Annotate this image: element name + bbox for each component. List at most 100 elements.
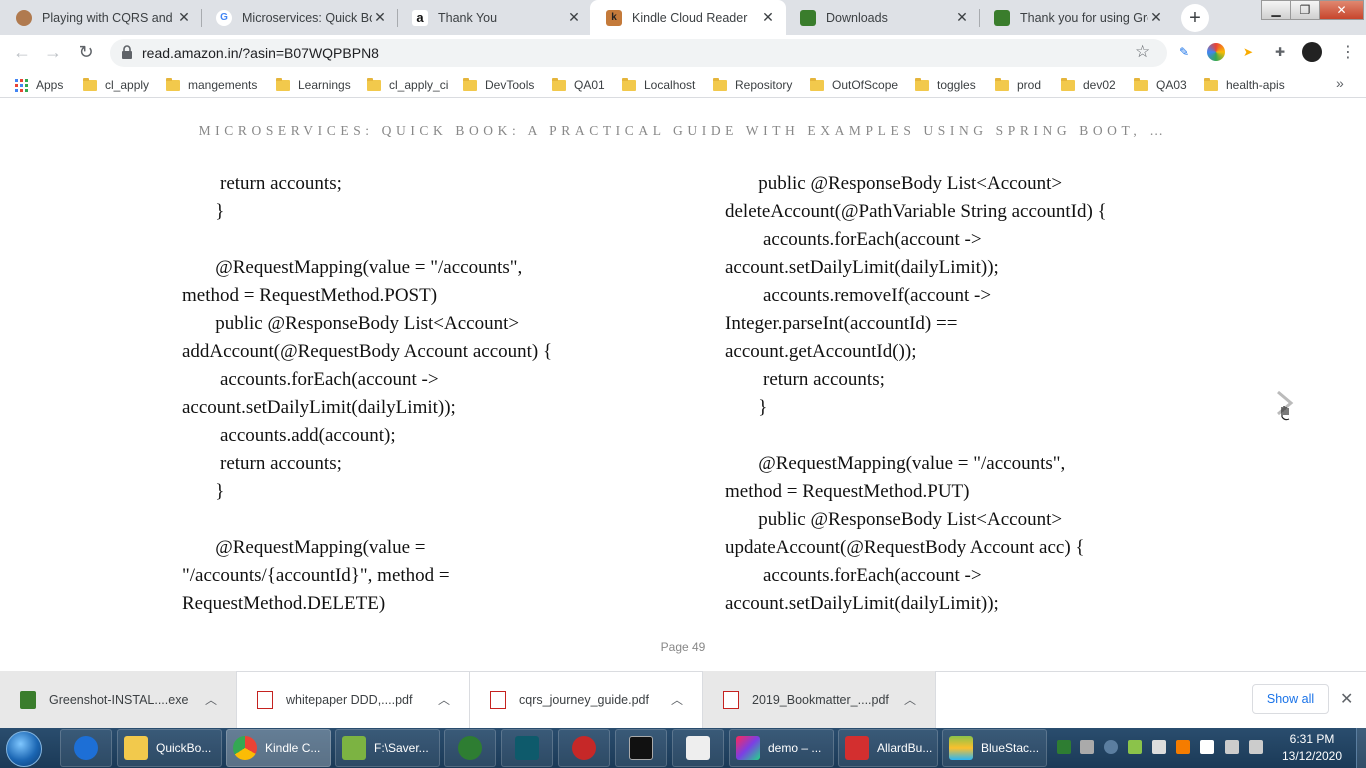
chevron-up-icon[interactable]: ︿ <box>200 691 222 708</box>
tray-app-icon[interactable] <box>1057 740 1071 754</box>
tab-title: Thank you for using Gre <box>1020 10 1148 25</box>
tray-app-icon[interactable] <box>1176 740 1190 754</box>
bookmark-label: QA03 <box>1156 78 1187 92</box>
kindle-icon: k <box>606 9 622 26</box>
close-icon[interactable]: ✕ <box>372 9 388 26</box>
more-bookmarks-chevron-icon[interactable]: » <box>1336 75 1344 91</box>
download-filename: cqrs_journey_guide.pdf <box>519 692 649 707</box>
taskbar-clock[interactable]: 6:31 PM 13/12/2020 <box>1278 731 1346 765</box>
installer-icon <box>20 690 36 709</box>
network-icon[interactable] <box>1225 740 1239 754</box>
extensions-puzzle-icon[interactable]: ✚ <box>1271 43 1289 61</box>
start-button[interactable] <box>6 731 42 767</box>
bookmark-folder[interactable]: QA03 <box>1134 77 1187 93</box>
taskbar-label: F:\Saver... <box>374 741 429 755</box>
tray-app-icon[interactable] <box>1128 740 1142 754</box>
volume-icon[interactable] <box>1249 740 1263 754</box>
bookmark-star-icon[interactable]: ☆ <box>1135 42 1150 62</box>
profile-avatar[interactable] <box>1302 42 1322 62</box>
notepad-icon <box>342 736 366 760</box>
tab-title: Downloads <box>826 10 888 25</box>
tray-shield-icon[interactable] <box>1104 740 1118 754</box>
taskbar-app[interactable]: demo – ... <box>729 729 834 767</box>
maximize-button[interactable]: ❐ <box>1290 0 1320 20</box>
taskbar-app[interactable] <box>558 729 610 767</box>
url-text[interactable]: read.amazon.in/?asin=B07WQPBPN8 <box>142 45 379 61</box>
close-icon[interactable]: ✕ <box>566 9 582 26</box>
bookmark-apps[interactable]: Apps <box>15 77 63 93</box>
tray-app-icon[interactable] <box>1080 740 1094 754</box>
tab-kindle[interactable]: k Kindle Cloud Reader ✕ <box>590 0 786 35</box>
folder-icon <box>166 77 180 91</box>
taskbar-app[interactable]: BlueStac... <box>942 729 1047 767</box>
bookmark-folder[interactable]: Learnings <box>276 77 351 93</box>
next-page-arrow-icon[interactable] <box>1274 389 1296 423</box>
pdf-reader-icon <box>845 736 869 760</box>
bookmark-folder[interactable]: QA01 <box>552 77 605 93</box>
taskbar-app[interactable] <box>444 729 496 767</box>
bookmark-folder[interactable]: prod <box>995 77 1041 93</box>
taskbar-app[interactable] <box>672 729 724 767</box>
bookmark-folder[interactable]: DevTools <box>463 77 534 93</box>
code-line: } <box>182 481 225 502</box>
tray-app-icon[interactable] <box>1152 740 1166 754</box>
forward-button[interactable]: → <box>40 39 66 65</box>
chevron-up-icon[interactable]: ︿ <box>899 691 921 708</box>
taskbar-app[interactable]: F:\Saver... <box>335 729 440 767</box>
download-item[interactable]: whitepaper DDD,....pdf ︿ <box>237 671 470 728</box>
folder-icon <box>463 77 477 91</box>
bookmark-folder[interactable]: dev02 <box>1061 77 1116 93</box>
bookmark-label: OutOfScope <box>832 78 899 92</box>
folder-icon <box>622 77 636 91</box>
tab-title: Kindle Cloud Reader <box>632 10 748 25</box>
close-icon[interactable]: ✕ <box>954 9 970 26</box>
bookmark-folder[interactable]: cl_apply_ci <box>367 77 448 93</box>
download-item[interactable]: cqrs_journey_guide.pdf ︿ <box>470 671 703 728</box>
window-close-button[interactable]: ✕ <box>1319 0 1364 20</box>
bookmark-folder[interactable]: OutOfScope <box>810 77 898 93</box>
close-icon[interactable]: ✕ <box>176 9 192 26</box>
tab-cqrs[interactable]: Playing with CQRS and E ✕ <box>0 0 202 35</box>
bookmark-folder[interactable]: toggles <box>915 77 976 93</box>
close-icon[interactable]: ✕ <box>1148 9 1164 26</box>
download-item[interactable]: 2019_Bookmatter_....pdf ︿ <box>703 671 936 728</box>
code-line: account.setDailyLimit(dailyLimit)); <box>725 593 999 614</box>
tab-downloads[interactable]: Downloads ✕ <box>784 0 980 35</box>
minimize-button[interactable]: ▁ <box>1261 0 1291 20</box>
bookmark-folder[interactable]: Localhost <box>622 77 695 93</box>
bookmark-folder[interactable]: cl_apply <box>83 77 149 93</box>
color-picker-extension-icon[interactable] <box>1207 43 1225 61</box>
show-desktop-button[interactable] <box>1356 728 1366 768</box>
flag-icon[interactable] <box>1200 740 1214 754</box>
code-line: accounts.forEach(account -> <box>182 369 439 390</box>
bookmark-folder[interactable]: Repository <box>713 77 792 93</box>
chevron-up-icon[interactable]: ︿ <box>666 691 688 708</box>
taskbar-label: demo – ... <box>768 741 822 755</box>
back-button[interactable]: ← <box>9 39 35 65</box>
arrow-extension-icon[interactable]: ➤ <box>1239 43 1257 61</box>
chevron-up-icon[interactable]: ︿ <box>433 691 455 708</box>
code-line: RequestMethod.DELETE) <box>182 593 386 614</box>
taskbar-app[interactable] <box>501 729 553 767</box>
close-downloads-icon[interactable]: ✕ <box>1340 689 1353 709</box>
taskbar-app[interactable] <box>60 729 112 767</box>
code-line: return accounts; <box>182 453 342 474</box>
taskbar-app[interactable]: QuickBo... <box>117 729 222 767</box>
tab-microservices[interactable]: G Microservices: Quick Boo ✕ <box>200 0 398 35</box>
taskbar-app[interactable]: Kindle C... <box>226 729 331 767</box>
menu-kebab-icon[interactable]: ⋮ <box>1340 42 1356 62</box>
bookmark-folder[interactable]: mangements <box>166 77 257 93</box>
taskbar-app[interactable]: AllardBu... <box>838 729 938 767</box>
bookmark-folder[interactable]: health-apis <box>1204 77 1285 93</box>
show-all-downloads-button[interactable]: Show all <box>1252 684 1329 714</box>
folder-icon <box>124 736 148 760</box>
close-icon[interactable]: ✕ <box>760 9 776 26</box>
tab-greenshot[interactable]: Thank you for using Gre ✕ <box>978 0 1174 35</box>
new-tab-button[interactable]: + <box>1181 4 1209 32</box>
taskbar-app[interactable] <box>615 729 667 767</box>
eyedropper-extension-icon[interactable]: ✎ <box>1175 43 1193 61</box>
download-item[interactable]: Greenshot-INSTAL....exe ︿ <box>0 671 237 728</box>
folder-icon <box>276 77 290 91</box>
tab-thank-you[interactable]: a Thank You ✕ <box>396 0 592 35</box>
reload-button[interactable]: ↻ <box>73 39 99 65</box>
